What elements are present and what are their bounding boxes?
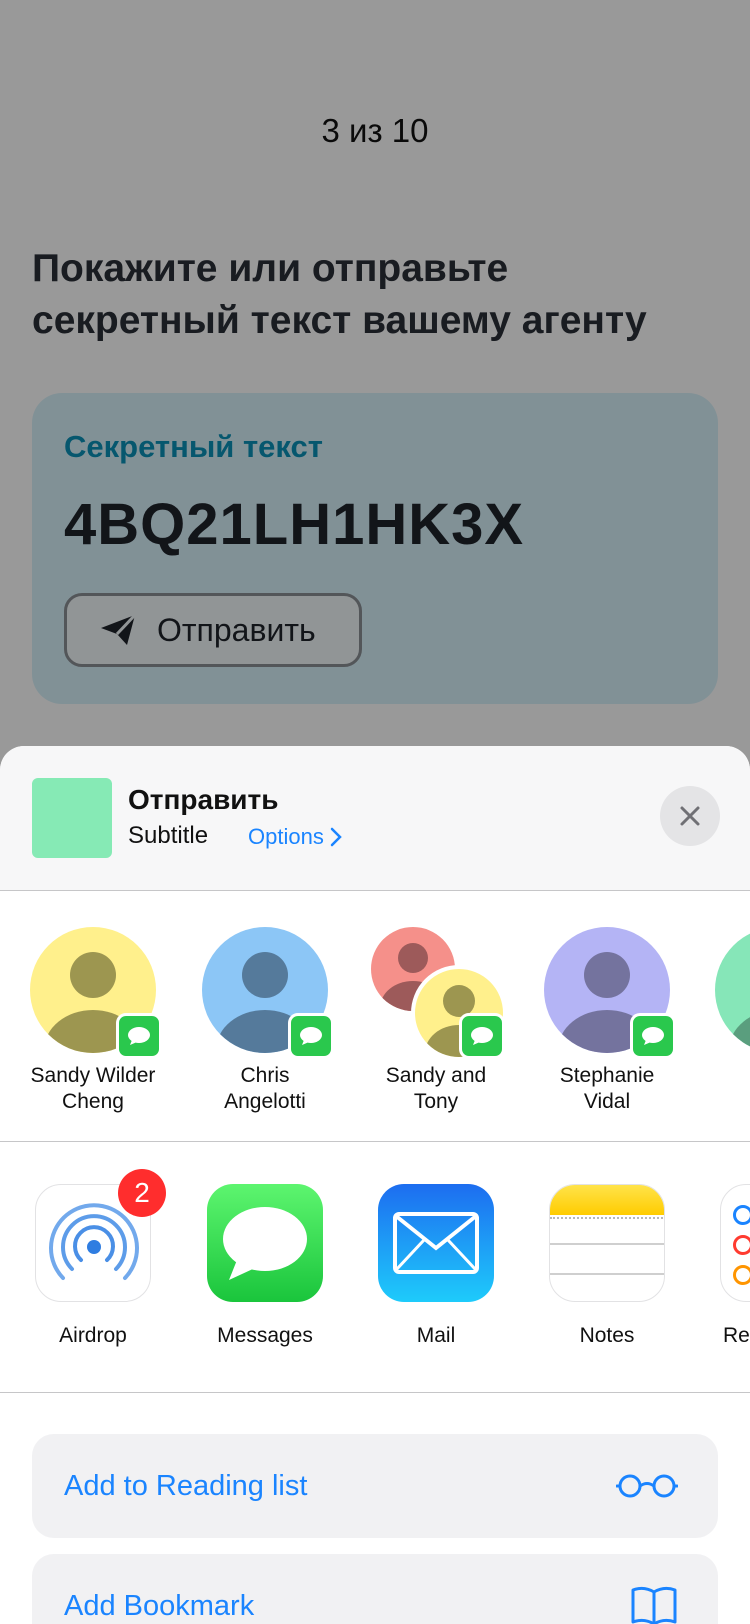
- person-name-line: Vidal: [583, 1090, 631, 1113]
- person-name-line: Sandy and: [385, 1064, 487, 1087]
- person-sandy-wilder-cheng[interactable]: Sandy Wilder Cheng: [8, 927, 178, 1115]
- close-icon: [680, 806, 700, 826]
- person-name-line: Cheng: [62, 1090, 124, 1113]
- person-sandy-and-tony[interactable]: Sandy and Tony: [351, 927, 521, 1115]
- app-airdrop[interactable]: 2 Airdrop: [8, 1169, 178, 1348]
- messages-badge-icon: [630, 1013, 676, 1059]
- options-label: Options: [248, 824, 324, 849]
- chevron-right-icon: [330, 827, 342, 847]
- avatar: [715, 927, 750, 1053]
- person-name-line: Tony: [413, 1090, 459, 1113]
- person-name-line: An: [693, 1063, 750, 1089]
- notes-icon: [549, 1184, 665, 1302]
- messages-icon: [207, 1184, 323, 1302]
- share-title: Отправить: [128, 784, 279, 815]
- add-bookmark-button[interactable]: Add Bookmark: [32, 1554, 718, 1624]
- close-button[interactable]: [660, 786, 720, 846]
- share-sheet: Отправить Subtitle Options Sandy Wilder C…: [0, 746, 750, 1624]
- app-notes[interactable]: Notes: [522, 1184, 692, 1348]
- person-name-line: Chris: [240, 1064, 290, 1087]
- mail-icon: [378, 1184, 494, 1302]
- app-label: Messages: [217, 1324, 313, 1347]
- people-row: Sandy Wilder Cheng Chris Angelotti Sandy…: [0, 891, 750, 1142]
- app-reminders[interactable]: Re: [693, 1184, 750, 1348]
- action-label: Add to Reading list: [64, 1469, 308, 1502]
- options-link[interactable]: Options: [248, 824, 342, 850]
- share-sheet-header: Отправить Subtitle Options: [0, 746, 750, 891]
- messages-badge-icon: [459, 1013, 505, 1059]
- person-name-line: Stephanie: [559, 1064, 655, 1087]
- messages-badge-icon: [116, 1013, 162, 1059]
- person-partial[interactable]: An: [693, 927, 750, 1089]
- reminders-icon: [720, 1184, 750, 1302]
- share-thumbnail: [32, 778, 112, 858]
- action-label: Add Bookmark: [64, 1589, 255, 1622]
- add-to-reading-list-button[interactable]: Add to Reading list: [32, 1434, 718, 1538]
- app-label: Notes: [579, 1324, 635, 1347]
- glasses-icon: [616, 1474, 678, 1498]
- apps-row: 2 Airdrop Messages Mail Notes Re: [0, 1142, 750, 1393]
- person-chris-angelotti[interactable]: Chris Angelotti: [180, 927, 350, 1115]
- airdrop-icon: 2: [35, 1169, 166, 1302]
- messages-badge-icon: [288, 1013, 334, 1059]
- person-stephanie-vidal[interactable]: Stephanie Vidal: [522, 927, 692, 1115]
- app-label: Mail: [416, 1324, 456, 1347]
- app-mail[interactable]: Mail: [351, 1184, 521, 1348]
- notification-badge: 2: [118, 1169, 166, 1217]
- app-messages[interactable]: Messages: [180, 1184, 350, 1348]
- person-name-line: Sandy Wilder: [30, 1064, 156, 1087]
- share-subtitle: Subtitle: [128, 822, 209, 849]
- app-label: Re: [723, 1324, 750, 1347]
- person-name-line: Angelotti: [224, 1090, 306, 1113]
- app-label: Airdrop: [59, 1324, 127, 1347]
- book-icon: [631, 1586, 677, 1624]
